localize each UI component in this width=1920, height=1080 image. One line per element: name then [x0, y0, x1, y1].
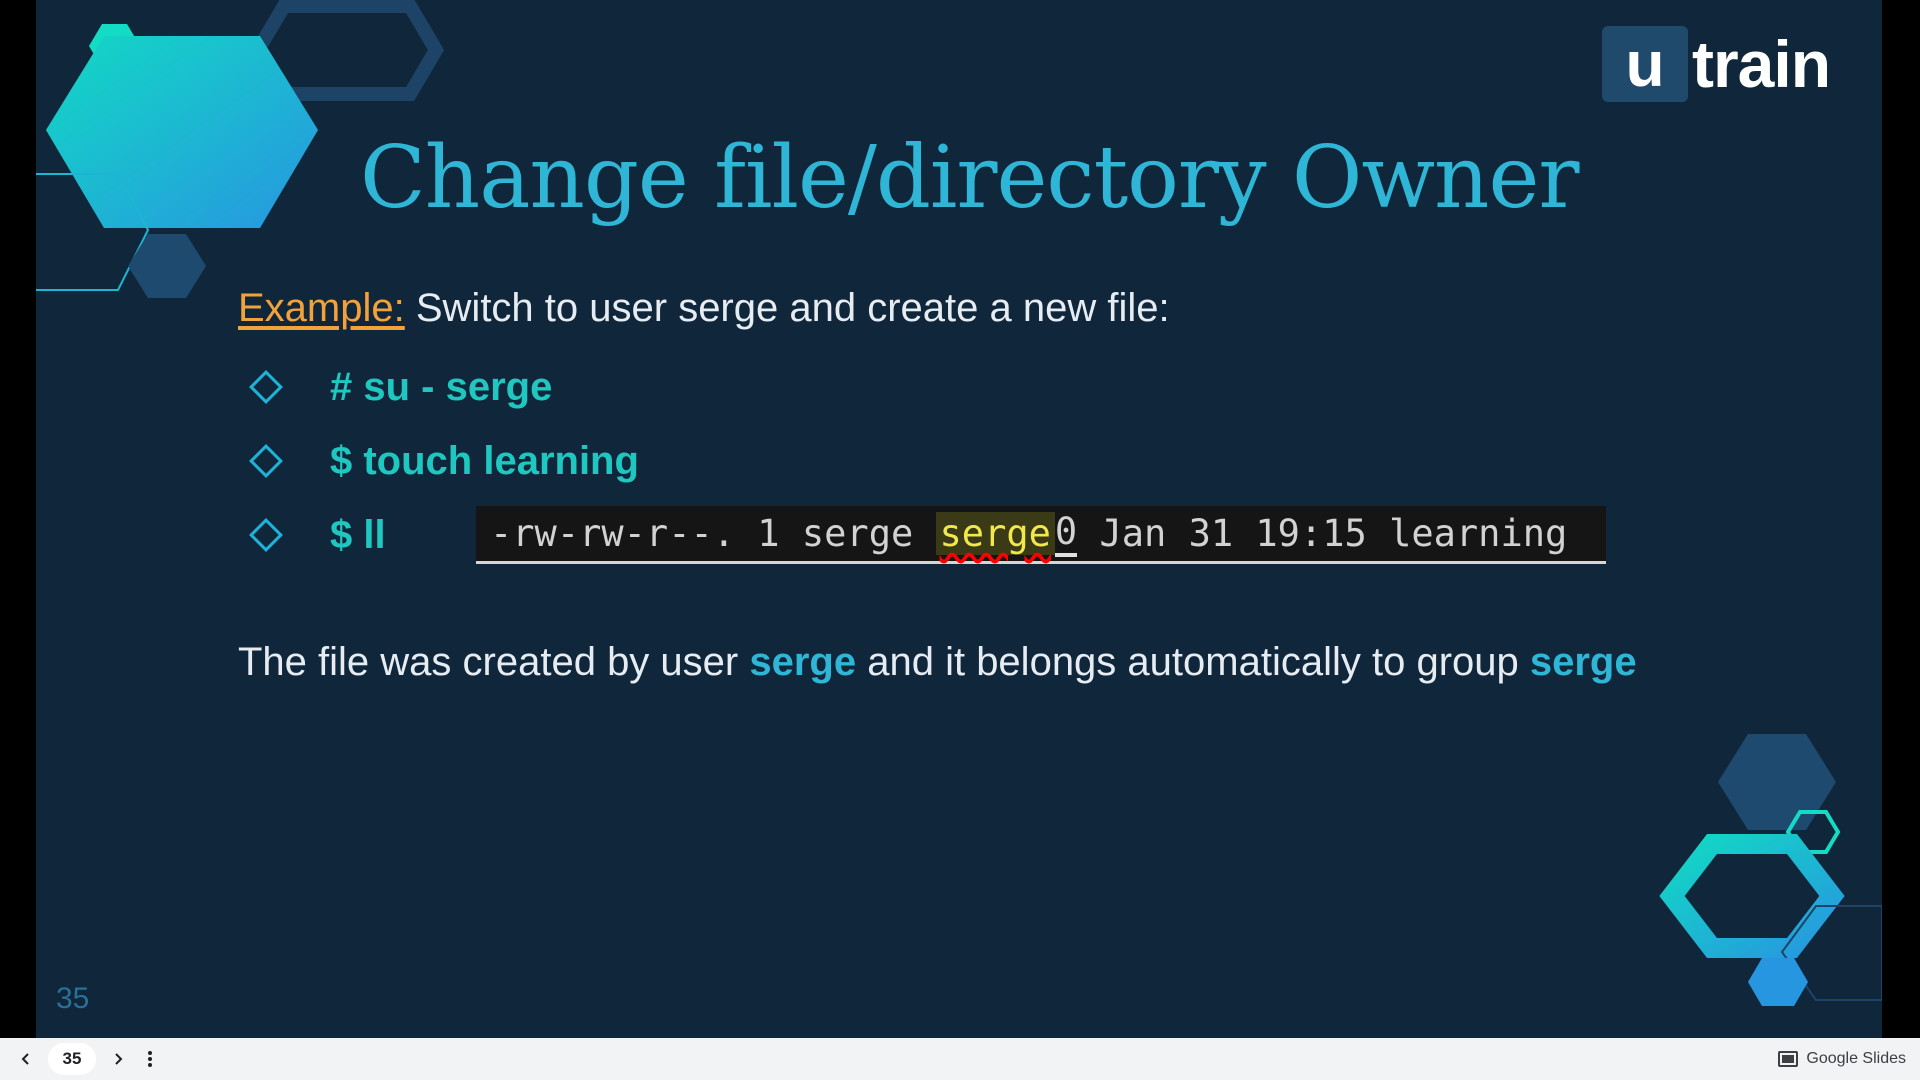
- command-text: $ ll: [330, 512, 386, 557]
- command-text: # su - serge: [330, 364, 553, 409]
- logo-text: train: [1692, 27, 1831, 101]
- viewer-toolbar: 35 Google Slides: [0, 1038, 1920, 1080]
- description: The file was created by user serge and i…: [238, 640, 1637, 685]
- slides-icon: [1778, 1051, 1799, 1067]
- terminal-group-highlight: serge: [935, 512, 1055, 555]
- more-options-button[interactable]: [134, 1038, 166, 1080]
- description-before: The file was created by user: [238, 640, 750, 684]
- example-line: Example: Switch to user serge and create…: [238, 286, 1170, 331]
- logo-mark: u: [1602, 26, 1688, 102]
- list-item: # su - serge: [246, 350, 639, 424]
- example-label: Example:: [238, 286, 405, 330]
- previous-slide-button[interactable]: [10, 1038, 42, 1080]
- terminal-prefix: -rw-rw-r--. 1 serge: [490, 512, 936, 555]
- chevron-left-icon: [21, 1053, 29, 1065]
- description-group: serge: [1529, 640, 1637, 684]
- slide: u train Change file/directory Owner Exam…: [36, 0, 1882, 1038]
- example-text: Switch to user serge and create a new fi…: [404, 286, 1170, 330]
- diamond-icon: [249, 444, 283, 478]
- google-slides-link[interactable]: Google Slides: [1778, 1038, 1906, 1080]
- utrain-logo: u train: [1602, 26, 1831, 102]
- terminal-cursor: 0: [1054, 510, 1078, 557]
- command-text: $ touch learning: [330, 438, 639, 483]
- brand-label: Google Slides: [1806, 1050, 1906, 1067]
- next-slide-button[interactable]: [102, 1038, 134, 1080]
- terminal-output: -rw-rw-r--. 1 serge serge 0 Jan 31 19:15…: [476, 506, 1606, 564]
- diamond-icon: [249, 518, 283, 552]
- chevron-right-icon: [115, 1053, 123, 1065]
- slide-title: Change file/directory Owner: [360, 128, 1579, 228]
- list-item: $ touch learning: [246, 424, 639, 498]
- terminal-suffix: Jan 31 19:15 learning: [1077, 512, 1568, 555]
- slide-page-number: 35: [56, 982, 90, 1015]
- description-middle: and it belongs automatically to group: [856, 640, 1530, 684]
- page-number-input[interactable]: 35: [48, 1043, 96, 1075]
- more-vert-icon: [148, 1051, 152, 1067]
- diamond-icon: [249, 370, 283, 404]
- description-user: serge: [749, 640, 857, 684]
